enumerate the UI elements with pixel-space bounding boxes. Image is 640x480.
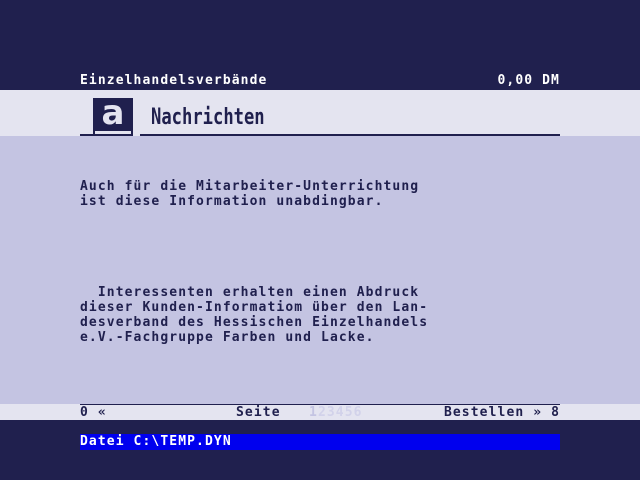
paragraph: Interessenten erhalten einen Abdruck die… (80, 285, 429, 345)
order-next-link[interactable]: Bestellen » 8 (444, 405, 560, 420)
logo-letter: a (101, 93, 125, 133)
top-status-line: Einzelhandelsverbände 0,00 DM (80, 73, 560, 89)
previous-page-link[interactable]: 0 « (80, 405, 107, 420)
paragraph: Auch für die Mitarbeiter-Unterrichtung i… (80, 179, 420, 209)
current-page-number: 1 (309, 405, 318, 420)
file-path-label: Datei C:\TEMP.DYN (80, 434, 232, 449)
page-label: Seite (236, 405, 281, 420)
logo-underline (95, 131, 131, 134)
page-title: Nachrichten (151, 105, 265, 130)
logo-icon: a (93, 93, 133, 138)
message-text: Auch für die Mitarbeiter-Unterrichtung i… (80, 149, 570, 375)
teletext-screen: Einzelhandelsverbände 0,00 DM a Nachrich… (0, 0, 640, 480)
other-page-numbers[interactable]: 23456 (318, 405, 363, 420)
page-indicator: 123456 (309, 405, 363, 420)
file-status-bar: Datei C:\TEMP.DYN (80, 434, 560, 450)
page-navigation: 0 « Seite 123456 Bestellen » 8 (80, 405, 560, 420)
provider-name: Einzelhandelsverbände (80, 73, 268, 88)
page-price: 0,00 DM (497, 73, 560, 88)
